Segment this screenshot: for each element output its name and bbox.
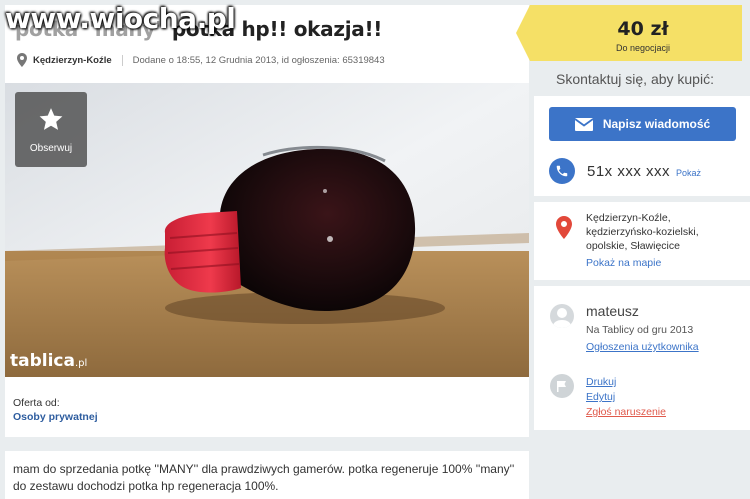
phone-row: 51x xxx xxx Pokaż bbox=[549, 158, 701, 184]
listing-photo[interactable]: Obserwuj tablica.pl bbox=[5, 83, 529, 377]
phone-number: 51x xxx xxx bbox=[587, 162, 671, 180]
send-message-label: Napisz wiadomość bbox=[602, 117, 711, 131]
offer-from-value[interactable]: Osoby prywatnej bbox=[13, 411, 98, 423]
listing-meta: Kędzierzyn-Koźle Dodane o 18:55, 12 Grud… bbox=[17, 53, 385, 67]
site-watermark: www.wiocha.pl bbox=[5, 2, 236, 35]
print-link[interactable]: Drukuj bbox=[586, 376, 616, 388]
user-avatar bbox=[550, 304, 574, 328]
address-panel: Kędzierzyn-Koźle, kędzierzyńsko-kozielsk… bbox=[534, 202, 750, 280]
show-phone-link[interactable]: Pokaż bbox=[676, 168, 701, 178]
user-ads-link[interactable]: Ogłoszenia użytkownika bbox=[586, 341, 699, 353]
phone-icon bbox=[549, 158, 575, 184]
user-panel: mateusz Na Tablicy od gru 2013 Ogłoszeni… bbox=[534, 286, 750, 430]
address-text: Kędzierzyn-Koźle, kędzierzyńsko-kozielsk… bbox=[586, 212, 699, 252]
user-member-since: Na Tablicy od gru 2013 bbox=[586, 324, 694, 336]
show-on-map-link[interactable]: Pokaż na mapie bbox=[586, 257, 661, 269]
location-pin-icon bbox=[17, 53, 27, 67]
location-link[interactable]: Kędzierzyn-Koźle bbox=[33, 54, 123, 66]
observe-label: Obserwuj bbox=[29, 143, 73, 154]
listing-added-meta: Dodane o 18:55, 12 Grudnia 2013, id ogło… bbox=[132, 54, 385, 66]
section-divider bbox=[5, 437, 529, 451]
contact-panel: Napisz wiadomość 51x xxx xxx Pokaż bbox=[534, 96, 750, 196]
observe-button[interactable]: Obserwuj bbox=[15, 92, 87, 167]
listing-card: potka "many" potka hp!! okazja!! Kędzier… bbox=[5, 5, 529, 499]
star-icon bbox=[39, 108, 63, 130]
edit-link[interactable]: Edytuj bbox=[586, 391, 615, 403]
offer-from-label: Oferta od: bbox=[13, 397, 60, 409]
price-amount: 40 zł bbox=[617, 18, 669, 40]
flag-icon bbox=[550, 374, 574, 398]
map-pin-icon bbox=[556, 216, 572, 239]
tablica-logo: tablica.pl bbox=[10, 351, 88, 371]
user-name: mateusz bbox=[586, 303, 639, 319]
price-negotiable: Do negocjacji bbox=[615, 43, 671, 53]
listing-description: mam do sprzedania potkę ''MANY'' dla pra… bbox=[13, 462, 515, 493]
contact-heading: Skontaktuj się, aby kupić: bbox=[556, 71, 714, 87]
report-link[interactable]: Zgłoś naruszenie bbox=[586, 406, 666, 418]
envelope-icon bbox=[574, 117, 593, 131]
price-tag: 40 zł Do negocjacji bbox=[516, 5, 750, 61]
send-message-button[interactable]: Napisz wiadomość bbox=[549, 107, 736, 141]
